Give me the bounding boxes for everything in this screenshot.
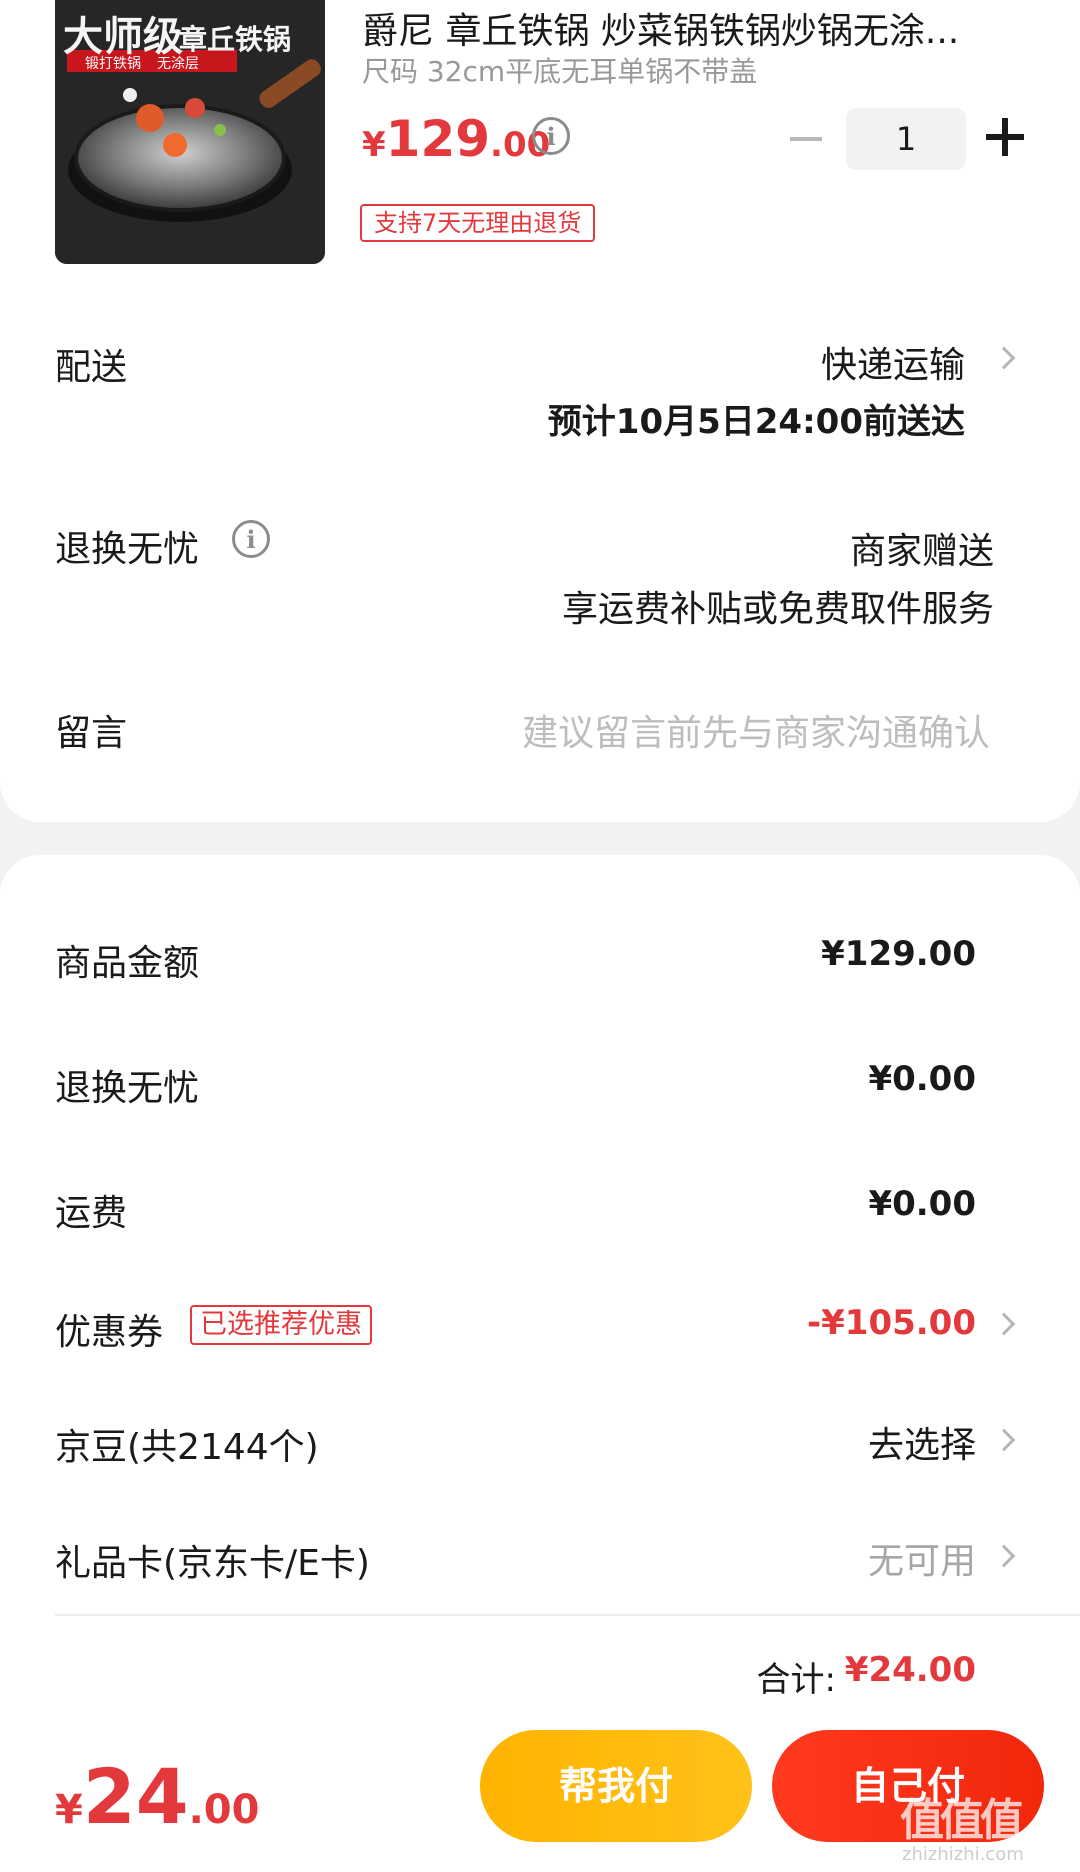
bottom-total: ¥24.00	[55, 1752, 259, 1841]
return-fee-label: 退换无忧	[55, 1068, 200, 1109]
quantity-increase-button[interactable]	[986, 118, 1024, 156]
return-fee-value: ¥0.00	[868, 1059, 976, 1099]
product-image[interactable]: 大师级 章丘铁锅 锻打铁锅 无涂层	[55, 0, 325, 264]
product-title[interactable]: 爵尼 章丘铁锅 炒菜锅铁锅炒锅无涂...	[362, 2, 1012, 54]
image-tag-2: 无涂层	[157, 56, 199, 72]
giftcard-label: 礼品卡(京东卡/E卡)	[55, 1543, 370, 1584]
giftcard-value[interactable]: 无可用	[868, 1532, 976, 1584]
help-me-pay-button[interactable]: 帮我付	[480, 1730, 752, 1842]
coupon-recommended-tag: 已选推荐优惠	[190, 1305, 372, 1345]
price-integer: 129	[385, 110, 491, 168]
coupon-label: 优惠券	[55, 1312, 164, 1353]
shipping-fee-label: 运费	[55, 1193, 128, 1234]
price-info-icon[interactable]: i	[532, 117, 570, 155]
bottom-total-integer: 24	[82, 1752, 189, 1841]
return-policy-tag: 支持7天无理由退货	[360, 204, 596, 242]
return-service-value: 商家赠送	[849, 531, 994, 572]
goods-amount-label: 商品金额	[55, 943, 200, 984]
price-currency: ¥	[362, 125, 386, 165]
return-info-icon[interactable]: i	[232, 520, 270, 558]
message-label: 留言	[55, 713, 128, 754]
shipping-fee-value: ¥0.00	[868, 1184, 976, 1224]
return-service-label: 退换无忧	[55, 529, 200, 570]
coupon-value[interactable]: -¥105.00	[807, 1303, 976, 1343]
return-service-desc: 享运费补贴或免费取件服务	[561, 589, 994, 630]
site-watermark: 值值值 zhizhizhi.com	[900, 1784, 1080, 1872]
bottom-currency: ¥	[55, 1787, 83, 1833]
total-value: ¥24.00	[844, 1650, 976, 1690]
image-tag-1: 锻打铁锅	[85, 56, 141, 72]
product-spec[interactable]: 尺码 32cm平底无耳单锅不带盖	[362, 50, 757, 90]
delivery-label: 配送	[55, 347, 128, 388]
quantity-decrease-button[interactable]	[790, 137, 822, 141]
total-label: 合计:	[756, 1660, 836, 1700]
delivery-method[interactable]: 快递运输	[821, 336, 965, 388]
jingdou-label: 京豆(共2144个)	[55, 1427, 319, 1468]
watermark-url: zhizhizhi.com	[902, 1844, 1024, 1865]
image-sub-text: 章丘铁锅	[179, 23, 292, 56]
quantity-input[interactable]: 1	[846, 108, 966, 170]
jingdou-select[interactable]: 去选择	[868, 1416, 976, 1468]
product-price: ¥129.00	[362, 110, 550, 168]
summary-divider	[55, 1614, 1080, 1616]
bottom-total-decimal: .00	[188, 1787, 260, 1833]
watermark-text: 值值值	[900, 1795, 1024, 1846]
message-input[interactable]: 建议留言前先与商家沟通确认	[522, 704, 990, 756]
goods-amount-value: ¥129.00	[821, 934, 976, 974]
delivery-eta: 预计10月5日24:00前送达	[547, 402, 965, 442]
